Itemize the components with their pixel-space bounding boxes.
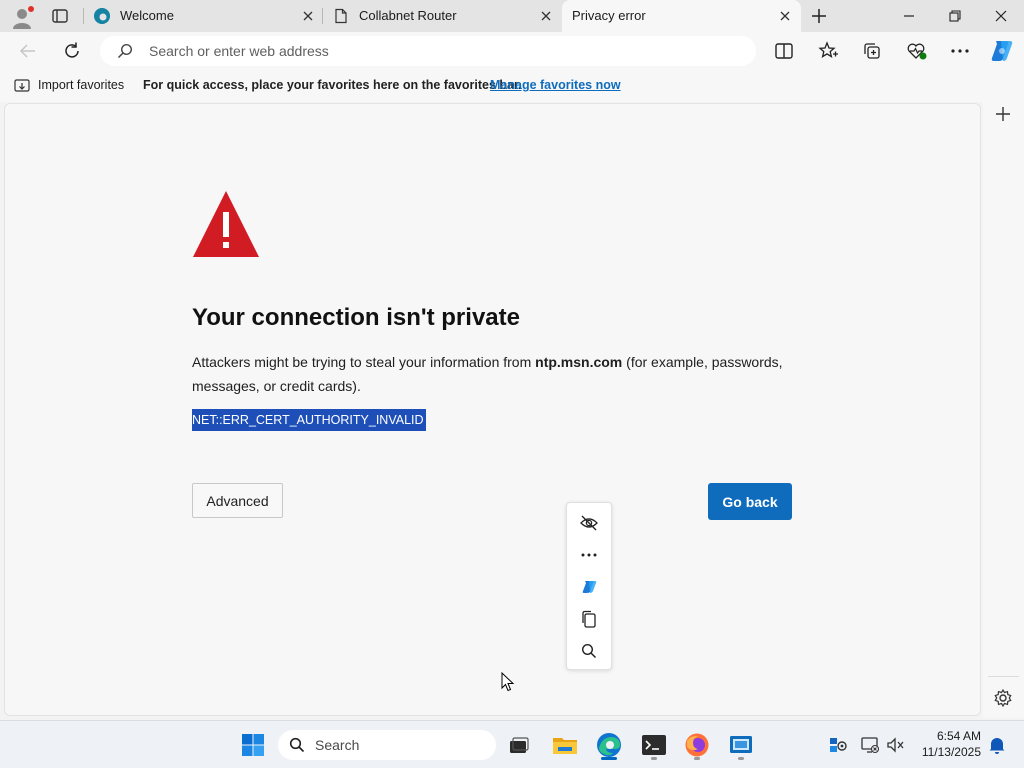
page-icon — [333, 8, 349, 24]
notification-bell-icon[interactable] — [988, 735, 1006, 755]
minimize-icon[interactable] — [900, 8, 918, 24]
copilot-icon[interactable] — [988, 38, 1016, 64]
tab-strip: Welcome Collabnet Router Privacy error — [0, 0, 1024, 32]
copilot-icon[interactable] — [567, 571, 611, 603]
advanced-button[interactable]: Advanced — [192, 483, 283, 518]
search-icon[interactable] — [567, 635, 611, 667]
start-windows-icon[interactable] — [241, 733, 265, 757]
import-favorites-icon[interactable] — [13, 78, 31, 94]
tab-privacy-error[interactable]: Privacy error — [562, 0, 801, 32]
search-icon — [117, 43, 133, 59]
profile-avatar-icon[interactable] — [10, 4, 36, 30]
remote-desktop-icon[interactable] — [723, 729, 759, 761]
taskbar-search-placeholder: Search — [315, 737, 360, 753]
tab-welcome[interactable]: Welcome — [84, 0, 322, 32]
running-indicator — [738, 757, 744, 760]
copy-icon[interactable] — [567, 603, 611, 635]
edge-tab-icon — [93, 7, 111, 25]
browser-toolbar: Search or enter web address — [0, 32, 1024, 70]
browser-essentials-icon[interactable] — [906, 41, 928, 61]
edge-sidebar — [983, 102, 1024, 718]
favorites-icon[interactable] — [818, 41, 838, 61]
address-placeholder: Search or enter web address — [149, 43, 329, 59]
error-description: Attackers might be trying to steal your … — [192, 350, 802, 398]
new-tab-icon[interactable] — [809, 6, 829, 26]
close-icon[interactable] — [538, 8, 554, 24]
system-clock[interactable]: 6:54 AM 11/13/2025 — [922, 728, 981, 760]
page-content — [4, 103, 981, 716]
firefox-icon[interactable] — [679, 729, 715, 761]
tab-title: Welcome — [120, 8, 174, 23]
tab-title: Privacy error — [572, 8, 646, 23]
description-text: Attackers might be trying to steal your … — [192, 354, 536, 370]
close-icon[interactable] — [300, 8, 316, 24]
go-back-button[interactable]: Go back — [708, 483, 792, 520]
more-icon[interactable] — [567, 539, 611, 571]
clock-time: 6:54 AM — [936, 729, 981, 743]
domain-name: ntp.msn.com — [535, 354, 623, 370]
error-code: NET::ERR_CERT_AUTHORITY_INVALID — [192, 409, 426, 431]
running-indicator — [694, 757, 700, 760]
more-icon[interactable] — [950, 44, 970, 58]
back-icon[interactable] — [18, 42, 38, 60]
running-indicator — [651, 757, 657, 760]
task-view-icon[interactable] — [501, 729, 537, 761]
add-sidebar-app-icon[interactable] — [994, 105, 1012, 123]
hide-menu-icon[interactable] — [567, 507, 611, 539]
sidebar-divider — [988, 676, 1019, 677]
restore-icon[interactable] — [946, 8, 964, 24]
import-favorites-button[interactable]: Import favorites — [38, 78, 124, 92]
warning-triangle-icon — [192, 190, 260, 258]
collections-icon[interactable] — [862, 41, 882, 61]
favorites-bar: Import favorites For quick access, place… — [0, 70, 1024, 102]
tab-title: Collabnet Router — [359, 8, 457, 23]
volume-muted-icon[interactable] — [886, 735, 906, 755]
close-icon[interactable] — [777, 8, 793, 24]
page-title: Your connection isn't private — [192, 304, 520, 331]
network-icon[interactable] — [860, 735, 880, 755]
edge-taskbar-icon[interactable] — [591, 729, 627, 761]
file-explorer-icon[interactable] — [547, 729, 583, 761]
taskbar-search-box[interactable]: Search — [278, 730, 496, 760]
terminal-icon[interactable] — [636, 729, 672, 761]
favorites-hint: For quick access, place your favorites h… — [143, 78, 522, 92]
windows-taskbar: Search 6:54 AM 11/13/2025 — [0, 720, 1024, 768]
split-screen-icon[interactable] — [774, 42, 794, 60]
mouse-cursor-icon — [501, 672, 515, 692]
widget-tray-icon[interactable] — [828, 735, 848, 755]
close-window-icon[interactable] — [992, 8, 1010, 24]
tab-collabnet-router[interactable]: Collabnet Router — [323, 0, 561, 32]
sidebar-settings-icon[interactable] — [993, 688, 1013, 708]
tab-actions-icon[interactable] — [51, 7, 69, 25]
manage-favorites-link[interactable]: Manage favorites now — [490, 78, 621, 92]
active-indicator — [601, 757, 617, 760]
refresh-icon[interactable] — [62, 41, 82, 61]
address-bar[interactable]: Search or enter web address — [100, 36, 756, 66]
selection-mini-menu — [566, 502, 612, 670]
clock-date: 11/13/2025 — [921, 745, 981, 759]
search-icon — [289, 737, 305, 753]
